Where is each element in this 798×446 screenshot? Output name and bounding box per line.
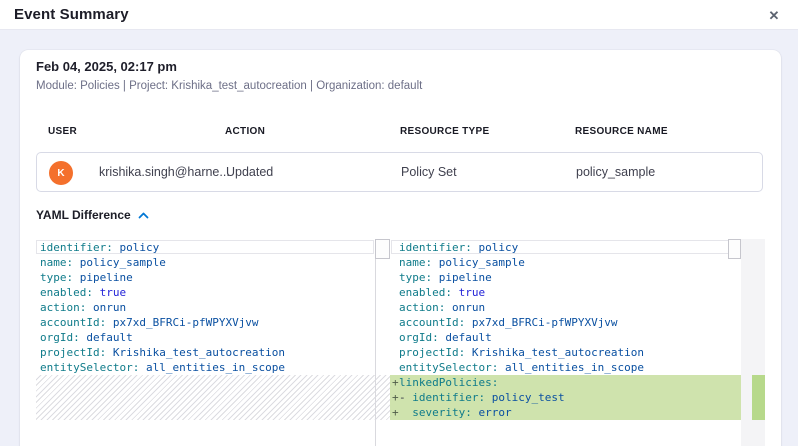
diff-modified-panel[interactable]: identifier: policyname: policy_sampletyp… (390, 239, 741, 446)
diff-original-panel[interactable]: identifier: policyname: policy_sampletyp… (36, 239, 390, 446)
yaml-difference-toggle[interactable]: YAML Difference (36, 208, 149, 222)
code-line: +- identifier: policy_test (390, 390, 741, 405)
row-action: Updated (226, 165, 273, 179)
code-line: +linkedPolicies: (390, 375, 741, 390)
code-line: name: policy_sample (36, 255, 390, 270)
event-summary-card: Feb 04, 2025, 02:17 pm Module: Policies … (20, 50, 781, 446)
event-timestamp: Feb 04, 2025, 02:17 pm (36, 59, 177, 74)
diff-removed-placeholder (36, 375, 390, 420)
code-line: orgId: default (36, 330, 390, 345)
right-scrollbar-slider[interactable] (728, 239, 741, 259)
page-title: Event Summary (14, 6, 129, 23)
yaml-difference-label: YAML Difference (36, 208, 131, 222)
code-line: entitySelector: all_entities_in_scope (36, 360, 390, 375)
row-resource-name: policy_sample (576, 165, 655, 179)
avatar: K (49, 161, 73, 185)
code-line: entitySelector: all_entities_in_scope (390, 360, 741, 375)
table-row[interactable]: K krishika.singh@harne... Updated Policy… (36, 152, 763, 192)
code-line: identifier: policy (390, 240, 741, 255)
code-line: + severity: error (390, 405, 741, 420)
row-resource-type: Policy Set (401, 165, 457, 179)
column-header-resource-type: RESOURCE TYPE (400, 126, 489, 137)
code-line: type: pipeline (390, 270, 741, 285)
code-line: identifier: policy (36, 240, 390, 255)
code-line: type: pipeline (36, 270, 390, 285)
close-icon[interactable]: ✕ (766, 8, 782, 24)
chevron-up-icon (138, 212, 149, 219)
yaml-diff-editor: identifier: policyname: policy_sampletyp… (36, 239, 765, 446)
code-line: accountId: px7xd_BFRCi-pfWPYXVjvw (390, 315, 741, 330)
row-user: krishika.singh@harne... (99, 165, 230, 179)
event-scope-breadcrumb: Module: Policies | Project: Krishika_tes… (36, 80, 422, 92)
column-header-user: USER (48, 126, 77, 137)
column-header-action: ACTION (225, 126, 265, 137)
diff-divider (375, 239, 376, 446)
code-line: projectId: Krishika_test_autocreation (390, 345, 741, 360)
added-lines-marker (752, 375, 765, 420)
code-line: orgId: default (390, 330, 741, 345)
code-line: action: onrun (36, 300, 390, 315)
left-scrollbar-slider[interactable] (375, 239, 390, 259)
code-line: accountId: px7xd_BFRCi-pfWPYXVjvw (36, 315, 390, 330)
overview-ruler[interactable] (741, 239, 765, 446)
code-line: name: policy_sample (390, 255, 741, 270)
modal-header: Event Summary ✕ (0, 0, 798, 30)
code-line: enabled: true (390, 285, 741, 300)
code-line: enabled: true (36, 285, 390, 300)
code-line: projectId: Krishika_test_autocreation (36, 345, 390, 360)
code-line: action: onrun (390, 300, 741, 315)
column-header-resource-name: RESOURCE NAME (575, 126, 668, 137)
